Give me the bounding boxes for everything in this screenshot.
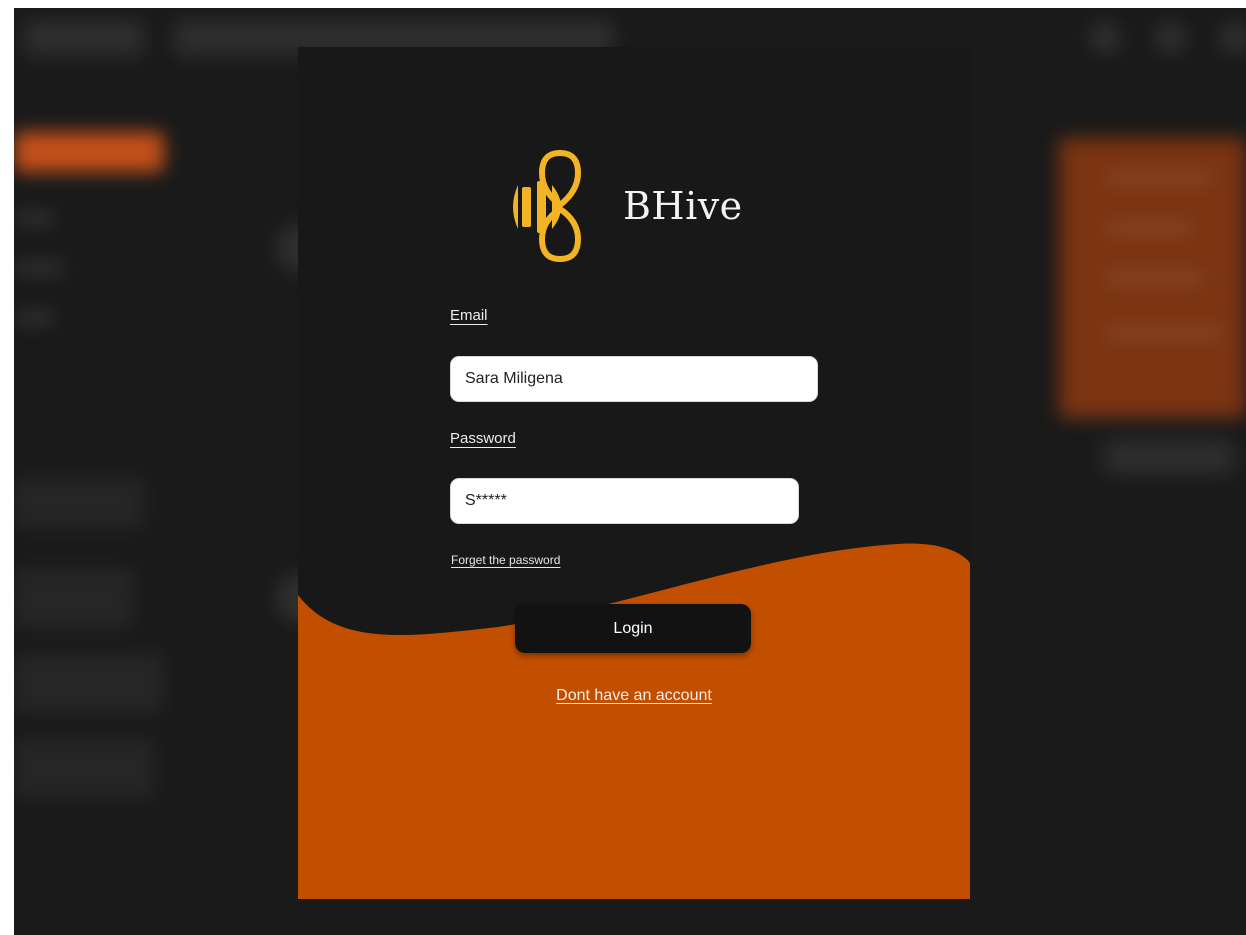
email-field-value: Sara Miligena [465, 370, 563, 387]
password-field[interactable]: S***** [450, 478, 799, 524]
backdrop-sidebar-line [14, 263, 64, 273]
backdrop-sidebar-card [14, 653, 164, 713]
email-field[interactable]: Sara Miligena [450, 356, 818, 402]
screenshot-frame: BHive Email Sara Miligena Password S****… [14, 8, 1246, 935]
login-card: BHive Email Sara Miligena Password S****… [298, 47, 970, 899]
backdrop-sidebar-card [14, 568, 134, 628]
backdrop-panel-line [1104, 328, 1224, 338]
bee-logo-icon [513, 149, 582, 263]
backdrop-header-block [24, 20, 144, 56]
forgot-password-link[interactable]: Forget the password [451, 553, 560, 567]
backdrop-panel-line [1104, 173, 1214, 183]
backdrop-panel-line [1104, 273, 1204, 283]
backdrop-header-icon [1219, 22, 1246, 54]
backdrop-sidebar-card [14, 738, 154, 798]
password-label: Password [450, 430, 516, 447]
backdrop-header-icon [1154, 22, 1186, 54]
backdrop-panel-button [1104, 440, 1234, 474]
backdrop-sidebar-line [14, 313, 54, 323]
brand-name: BHive [623, 184, 743, 228]
email-label: Email [450, 307, 488, 324]
wave-shape [298, 543, 970, 899]
login-button[interactable]: Login [515, 604, 751, 653]
login-button-label: Login [613, 619, 653, 637]
backdrop-sidebar-active-item [14, 132, 164, 172]
signup-link[interactable]: Dont have an account [298, 687, 970, 705]
password-field-value: S***** [465, 492, 507, 509]
backdrop-header-icon [1089, 22, 1121, 54]
orange-wave-background [298, 543, 970, 899]
backdrop-panel-line [1104, 223, 1194, 233]
backdrop-sidebar-card [14, 478, 144, 528]
backdrop-sidebar-line [14, 213, 54, 223]
